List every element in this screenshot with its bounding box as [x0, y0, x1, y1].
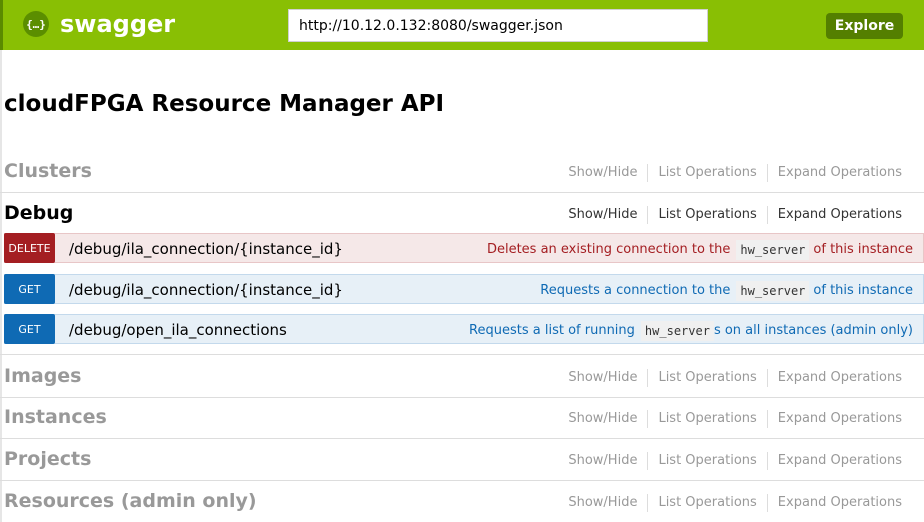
- resource-name-instances[interactable]: Instances: [4, 405, 107, 429]
- list-operations-link[interactable]: List Operations: [647, 206, 766, 224]
- operation-summary: Requests a connection to the hw_server o…: [540, 281, 913, 301]
- divider: [0, 354, 924, 355]
- resource-debug: Debug Show/Hide List Operations Expand O…: [0, 193, 924, 234]
- summary-text-tail: s on all instances (admin only): [713, 323, 913, 338]
- method-badge-get[interactable]: GET: [4, 314, 55, 344]
- resource-images: Images Show/Hide List Operations Expand …: [0, 356, 924, 398]
- expand-operations-link[interactable]: Expand Operations: [766, 369, 912, 387]
- swagger-logo-icon: {…}: [23, 11, 49, 37]
- operation-get-ila-connection[interactable]: GET /debug/ila_connection/{instance_id} …: [4, 274, 924, 304]
- operation-path[interactable]: /debug/ila_connection/{instance_id}: [69, 239, 343, 259]
- resource-name-projects[interactable]: Projects: [4, 447, 91, 471]
- resource-clusters: Clusters Show/Hide List Operations Expan…: [0, 151, 924, 193]
- show-hide-link[interactable]: Show/Hide: [558, 452, 647, 470]
- show-hide-link[interactable]: Show/Hide: [558, 206, 647, 224]
- summary-code: hw_server: [640, 321, 714, 341]
- summary-text: Deletes an existing connection to the: [486, 242, 731, 257]
- method-badge-get[interactable]: GET: [4, 274, 55, 304]
- resource-name-resources[interactable]: Resources (admin only): [4, 489, 257, 513]
- show-hide-link[interactable]: Show/Hide: [558, 164, 647, 182]
- operation-path[interactable]: /debug/ila_connection/{instance_id}: [69, 280, 343, 300]
- list-operations-link[interactable]: List Operations: [647, 369, 766, 387]
- top-bar: {…} swagger Explore: [0, 0, 924, 50]
- list-operations-link[interactable]: List Operations: [647, 494, 766, 512]
- summary-text: Requests a connection to the: [540, 283, 731, 298]
- show-hide-link[interactable]: Show/Hide: [558, 410, 647, 428]
- operation-summary: Deletes an existing connection to the hw…: [487, 240, 913, 260]
- resource-resources-admin: Resources (admin only) Show/Hide List Op…: [0, 481, 924, 522]
- summary-text-tail: of this instance: [813, 242, 913, 257]
- operation-summary: Requests a list of running hw_server s o…: [469, 321, 913, 341]
- expand-operations-link[interactable]: Expand Operations: [766, 206, 912, 224]
- resource-name-images[interactable]: Images: [4, 364, 81, 388]
- page-title: cloudFPGA Resource Manager API: [4, 91, 445, 117]
- expand-operations-link[interactable]: Expand Operations: [766, 452, 912, 470]
- summary-text-tail: of this instance: [813, 283, 913, 298]
- operation-get-open-ila-connections[interactable]: GET /debug/open_ila_connections Requests…: [4, 314, 924, 344]
- resource-projects: Projects Show/Hide List Operations Expan…: [0, 439, 924, 481]
- summary-code: hw_server: [736, 281, 810, 301]
- summary-code: hw_server: [736, 240, 810, 260]
- resource-instances: Instances Show/Hide List Operations Expa…: [0, 397, 924, 439]
- expand-operations-link[interactable]: Expand Operations: [766, 494, 912, 512]
- show-hide-link[interactable]: Show/Hide: [558, 369, 647, 387]
- show-hide-link[interactable]: Show/Hide: [558, 494, 647, 512]
- resource-name-clusters[interactable]: Clusters: [4, 159, 92, 183]
- logo-text: swagger: [60, 10, 176, 38]
- expand-operations-link[interactable]: Expand Operations: [766, 410, 912, 428]
- list-operations-link[interactable]: List Operations: [647, 452, 766, 470]
- explore-button[interactable]: Explore: [826, 13, 903, 39]
- method-badge-delete[interactable]: DELETE: [4, 233, 55, 263]
- list-operations-link[interactable]: List Operations: [647, 410, 766, 428]
- operation-path[interactable]: /debug/open_ila_connections: [69, 320, 287, 340]
- spec-url-input[interactable]: [288, 9, 708, 42]
- summary-text: Requests a list of running: [469, 323, 635, 338]
- resource-name-debug[interactable]: Debug: [4, 201, 73, 225]
- operation-delete-ila-connection[interactable]: DELETE /debug/ila_connection/{instance_i…: [4, 233, 924, 263]
- list-operations-link[interactable]: List Operations: [647, 164, 766, 182]
- expand-operations-link[interactable]: Expand Operations: [766, 164, 912, 182]
